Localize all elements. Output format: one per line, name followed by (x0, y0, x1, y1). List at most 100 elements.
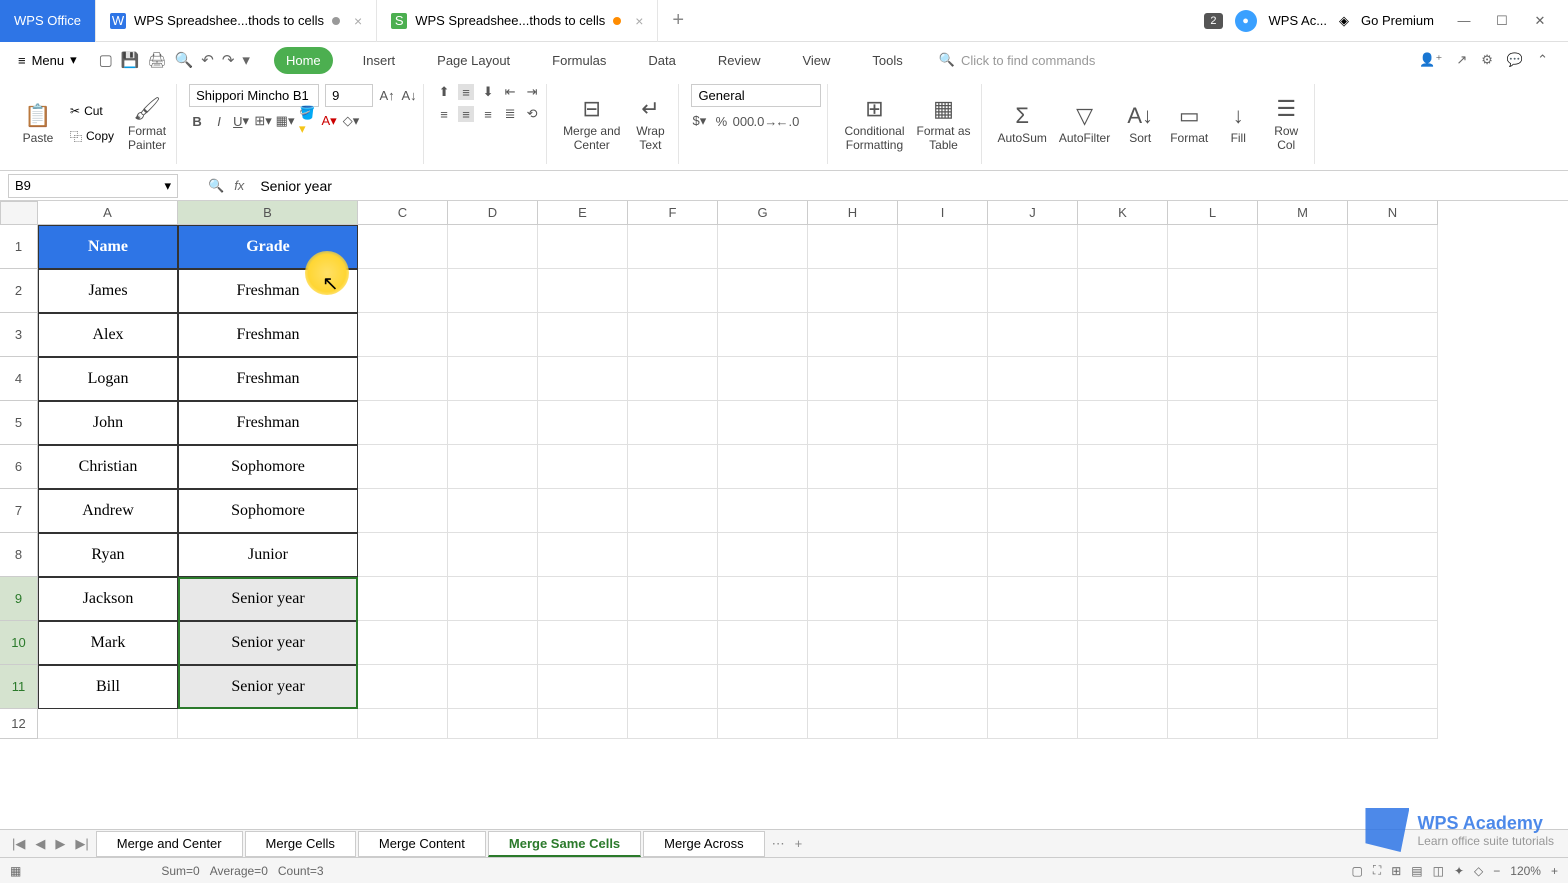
cell-B5[interactable]: Freshman (178, 401, 358, 445)
conditional-formatting-button[interactable]: ⊞Conditional Formatting (840, 92, 908, 156)
preview-icon[interactable]: 🔍 (175, 51, 194, 69)
cell-L2[interactable] (1168, 269, 1258, 313)
cell-E6[interactable] (538, 445, 628, 489)
cell-D3[interactable] (448, 313, 538, 357)
col-header-B[interactable]: B (178, 201, 358, 225)
row-header-9[interactable]: 9 (0, 577, 38, 621)
cell-F12[interactable] (628, 709, 718, 739)
format-painter-button[interactable]: 🖌Format Painter (124, 92, 170, 156)
row-header-1[interactable]: 1 (0, 225, 38, 269)
cell-B3[interactable]: Freshman (178, 313, 358, 357)
doc-tab-1[interactable]: W WPS Spreadshee...thods to cells × (96, 0, 377, 42)
row-header-11[interactable]: 11 (0, 665, 38, 709)
rowcol-button[interactable]: ☰Row Col (1264, 92, 1308, 156)
view-icon-4[interactable]: ▤ (1411, 864, 1422, 878)
col-header-G[interactable]: G (718, 201, 808, 225)
cell-M1[interactable] (1258, 225, 1348, 269)
cell-G5[interactable] (718, 401, 808, 445)
cell-E11[interactable] (538, 665, 628, 709)
cell-B8[interactable]: Junior (178, 533, 358, 577)
sheet-tab-merge-and-center[interactable]: Merge and Center (96, 831, 243, 857)
maximize-button[interactable]: ☐ (1484, 7, 1520, 35)
cell-E8[interactable] (538, 533, 628, 577)
close-button[interactable]: ✕ (1522, 7, 1558, 35)
sheet-tab-merge-across[interactable]: Merge Across (643, 831, 764, 857)
cell-H3[interactable] (808, 313, 898, 357)
bold-button[interactable]: B (189, 113, 205, 129)
command-search[interactable]: 🔍 Click to find commands (939, 52, 1096, 68)
sheet-tab-merge-content[interactable]: Merge Content (358, 831, 486, 857)
close-icon[interactable]: × (354, 13, 362, 29)
align-top-icon[interactable]: ⬆ (436, 84, 452, 100)
redo-icon[interactable]: ↷ (222, 51, 235, 69)
align-middle-icon[interactable]: ≡ (458, 84, 474, 100)
cell-L11[interactable] (1168, 665, 1258, 709)
cell-D6[interactable] (448, 445, 538, 489)
cell-K3[interactable] (1078, 313, 1168, 357)
cell-E10[interactable] (538, 621, 628, 665)
cell-C5[interactable] (358, 401, 448, 445)
add-sheet-button[interactable]: + (791, 836, 807, 851)
paste-button[interactable]: 📋Paste (16, 99, 60, 149)
cell-L12[interactable] (1168, 709, 1258, 739)
sheet-tab-merge-same-cells[interactable]: Merge Same Cells (488, 831, 641, 857)
export-icon[interactable]: ↗ (1456, 52, 1467, 68)
cell-D10[interactable] (448, 621, 538, 665)
fill-color-button[interactable]: ▦▾ (277, 113, 293, 129)
cell-N2[interactable] (1348, 269, 1438, 313)
avatar[interactable]: ● (1235, 10, 1257, 32)
cell-M7[interactable] (1258, 489, 1348, 533)
cell-N12[interactable] (1348, 709, 1438, 739)
print-icon[interactable]: 🖨 (148, 51, 167, 69)
cell-M9[interactable] (1258, 577, 1348, 621)
settings-icon[interactable]: ⚙ (1481, 52, 1493, 68)
dec-decimal-icon[interactable]: ←.0 (779, 113, 795, 129)
cell-C1[interactable] (358, 225, 448, 269)
cell-H9[interactable] (808, 577, 898, 621)
cell-G11[interactable] (718, 665, 808, 709)
cell-K8[interactable] (1078, 533, 1168, 577)
cell-I5[interactable] (898, 401, 988, 445)
cell-L5[interactable] (1168, 401, 1258, 445)
cell-M4[interactable] (1258, 357, 1348, 401)
cell-B1[interactable]: Grade (178, 225, 358, 269)
cell-B10[interactable]: Senior year (178, 621, 358, 665)
col-header-D[interactable]: D (448, 201, 538, 225)
view-icon-3[interactable]: ⊞ (1391, 864, 1401, 878)
close-icon[interactable]: × (635, 13, 643, 29)
cell-N8[interactable] (1348, 533, 1438, 577)
row-header-5[interactable]: 5 (0, 401, 38, 445)
cell-F9[interactable] (628, 577, 718, 621)
view-icon-1[interactable]: ▢ (1351, 864, 1362, 878)
cell-J6[interactable] (988, 445, 1078, 489)
number-format-select[interactable] (691, 84, 821, 107)
cell-G7[interactable] (718, 489, 808, 533)
cell-D8[interactable] (448, 533, 538, 577)
cell-L4[interactable] (1168, 357, 1258, 401)
cell-G1[interactable] (718, 225, 808, 269)
cell-E5[interactable] (538, 401, 628, 445)
cell-G12[interactable] (718, 709, 808, 739)
ribbon-tab-home[interactable]: Home (274, 47, 333, 74)
cell-N6[interactable] (1348, 445, 1438, 489)
cell-D11[interactable] (448, 665, 538, 709)
cell-H7[interactable] (808, 489, 898, 533)
cell-C11[interactable] (358, 665, 448, 709)
format-as-table-button[interactable]: ▦Format as Table (912, 92, 974, 156)
cell-D4[interactable] (448, 357, 538, 401)
cell-G9[interactable] (718, 577, 808, 621)
indent-dec-icon[interactable]: ⇤ (502, 84, 518, 100)
cell-C2[interactable] (358, 269, 448, 313)
cell-A11[interactable]: Bill (38, 665, 178, 709)
new-icon[interactable]: ▢ (99, 51, 113, 69)
cell-M5[interactable] (1258, 401, 1348, 445)
cell-C12[interactable] (358, 709, 448, 739)
cell-N10[interactable] (1348, 621, 1438, 665)
cell-J12[interactable] (988, 709, 1078, 739)
cell-M3[interactable] (1258, 313, 1348, 357)
underline-button[interactable]: U▾ (233, 113, 249, 129)
percent-icon[interactable]: % (713, 113, 729, 129)
cut-button[interactable]: ✂Cut (64, 101, 120, 121)
justify-icon[interactable]: ≣ (502, 106, 518, 122)
cell-I12[interactable] (898, 709, 988, 739)
